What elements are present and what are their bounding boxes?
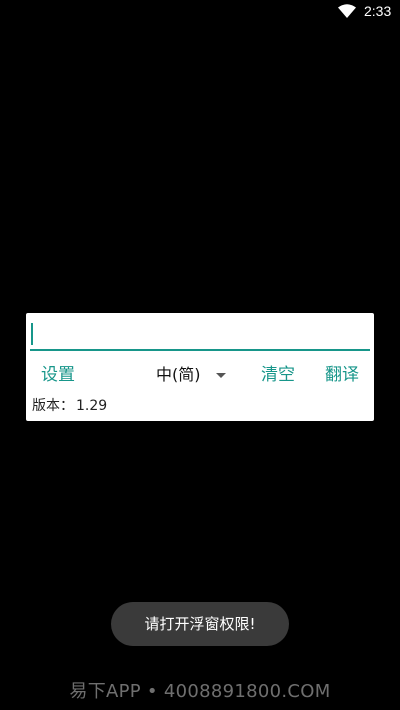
version-value: 1.29 [76,398,108,414]
screen: 2:33 设置 中(简) 清空 翻译 版本： 1.29 请打开浮窗权限! 易下AP… [0,0,400,710]
language-select-label: 中(简) [156,365,201,384]
status-bar: 2:33 [0,0,400,24]
toast-message: 请打开浮窗权限! [111,602,289,646]
version-label: 版本： [32,398,74,414]
watermark: 易下APP • 4008891800.COM [69,681,331,702]
text-caret [31,323,33,345]
clear-button[interactable]: 清空 [261,363,295,387]
dropdown-arrow-icon [216,373,226,378]
translate-input[interactable] [30,321,370,351]
language-select[interactable]: 中(简) [156,363,236,387]
translate-card: 设置 中(简) 清空 翻译 版本： 1.29 [26,313,374,421]
status-time: 2:33 [364,3,392,19]
version-info: 版本： 1.29 [32,395,107,415]
wifi-icon [338,4,356,18]
translate-button[interactable]: 翻译 [325,363,359,387]
settings-button[interactable]: 设置 [41,363,75,387]
action-row: 设置 中(简) 清空 翻译 [26,363,374,389]
